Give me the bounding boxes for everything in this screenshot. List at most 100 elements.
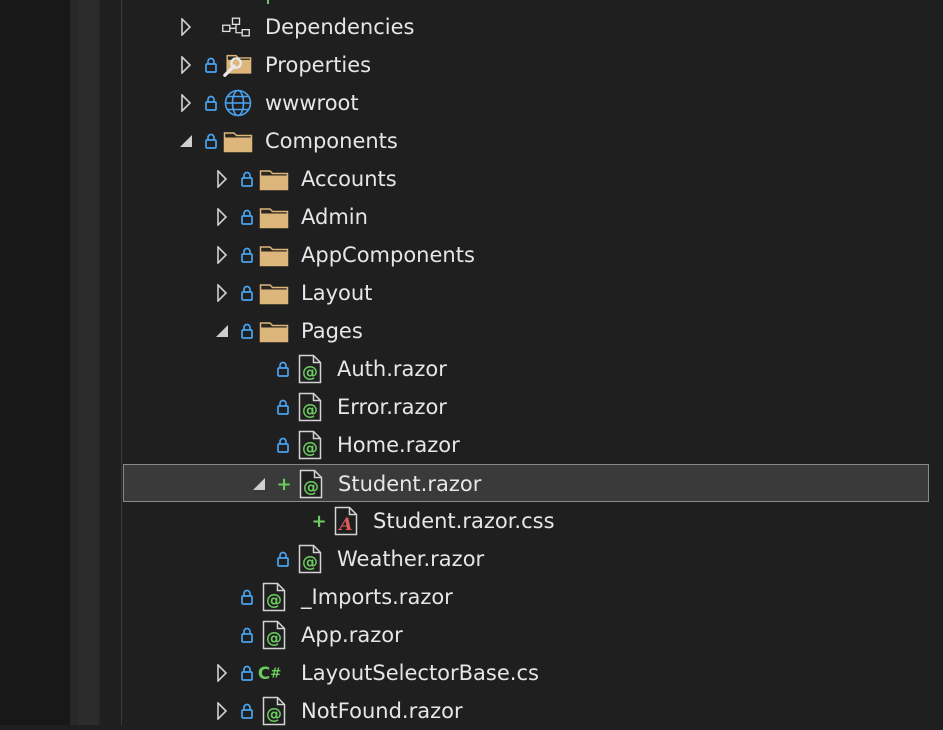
svg-text:@: @ [302, 362, 318, 381]
tree-item-label: Student.razor [338, 472, 482, 496]
tree-row-appcomponents[interactable]: AppComponents [122, 236, 930, 274]
collapsed-arrow-icon[interactable] [178, 84, 194, 122]
tree-row-layout[interactable]: Layout [122, 274, 930, 312]
expanded-arrow-icon[interactable] [178, 122, 194, 160]
tree-row-accounts[interactable]: Accounts [122, 160, 930, 198]
collapsed-arrow-icon[interactable] [214, 654, 230, 692]
lock-icon [276, 426, 290, 464]
svg-text:@: @ [302, 552, 318, 571]
razor-file-icon: @ [259, 578, 289, 616]
svg-text:C: C [258, 663, 270, 683]
razor-file-icon: @ [295, 426, 325, 464]
globe-icon [223, 84, 253, 122]
lock-icon [240, 578, 254, 616]
collapsed-arrow-icon[interactable] [214, 160, 230, 198]
tree-item-label: Accounts [301, 167, 397, 191]
svg-text:#: # [270, 666, 281, 681]
collapsed-arrow-icon[interactable] [214, 198, 230, 236]
svg-text:@: @ [266, 704, 282, 723]
lock-icon [240, 692, 254, 730]
tree-row-student-razor[interactable]: + @ Student.razor [123, 464, 929, 502]
lock-icon [204, 84, 218, 122]
collapsed-arrow-icon[interactable] [214, 236, 230, 274]
lock-icon [204, 122, 218, 160]
folder-icon [259, 160, 289, 198]
folder-icon [259, 236, 289, 274]
tree-row-weather-razor[interactable]: @ Weather.razor [122, 540, 930, 578]
lock-icon [276, 350, 290, 388]
css-file-icon: A [331, 502, 361, 540]
folder-icon [223, 122, 253, 160]
svg-text:@: @ [303, 477, 319, 496]
folder-icon [259, 312, 289, 350]
tree-row-student-razor-css[interactable]: + A Student.razor.css [122, 502, 930, 540]
expanded-arrow-icon[interactable] [251, 465, 267, 503]
lock-icon [240, 274, 254, 312]
lock-icon [240, 654, 254, 692]
tree-item-label: wwwroot [265, 91, 359, 115]
tree-row-app-razor[interactable]: @ App.razor [122, 616, 930, 654]
left-editor-area [0, 0, 70, 725]
tree-item-label: Home.razor [337, 433, 460, 457]
lock-icon [240, 312, 254, 350]
lock-icon [240, 616, 254, 654]
lock-icon [240, 198, 254, 236]
tree-item-label: Components [265, 129, 398, 153]
solution-explorer-tree: Dependencies Properties wwwroot Components A… [122, 0, 943, 726]
razor-file-icon: @ [296, 465, 326, 503]
collapsed-arrow-icon[interactable] [178, 46, 194, 84]
collapsed-arrow-icon[interactable] [214, 692, 230, 730]
collapsed-arrow-icon[interactable] [214, 274, 230, 312]
lock-icon [240, 160, 254, 198]
tree-row-notfound-razor[interactable]: @ NotFound.razor [122, 692, 930, 730]
tree-item-label: NotFound.razor [301, 699, 463, 723]
tree-row-wwwroot[interactable]: wwwroot [122, 84, 930, 122]
tree-item-label: Auth.razor [337, 357, 447, 381]
properties-folder-icon [222, 46, 252, 84]
expanded-arrow-icon[interactable] [214, 312, 230, 350]
tree-item-label: Error.razor [337, 395, 447, 419]
tree-item-label: Layout [301, 281, 373, 305]
svg-text:@: @ [302, 400, 318, 419]
tree-item-label: AppComponents [301, 243, 475, 267]
tree-row-home-razor[interactable]: @ Home.razor [122, 426, 930, 464]
tree-item-label: Pages [301, 319, 363, 343]
tree-item-label: Properties [265, 53, 372, 77]
lock-icon [240, 236, 254, 274]
tree-row-components[interactable]: Components [122, 122, 930, 160]
tree-row-error-razor[interactable]: @ Error.razor [122, 388, 930, 426]
razor-file-icon: @ [295, 388, 325, 426]
svg-text:A: A [337, 515, 352, 535]
tree-item-label: Admin [301, 205, 368, 229]
svg-text:@: @ [266, 628, 282, 647]
razor-file-icon: @ [295, 350, 325, 388]
folder-icon [259, 198, 289, 236]
svg-text:@: @ [266, 590, 282, 609]
tree-row-layoutselectorbase-cs[interactable]: C # LayoutSelectorBase.cs [122, 654, 930, 692]
razor-file-icon: @ [259, 616, 289, 654]
tree-item-label: LayoutSelectorBase.cs [301, 661, 539, 685]
folder-icon [259, 274, 289, 312]
razor-file-icon: @ [259, 692, 289, 730]
tree-row-properties[interactable]: Properties [122, 46, 930, 84]
tree-row-dependencies[interactable]: Dependencies [122, 8, 930, 46]
tree-item-label: Weather.razor [337, 547, 485, 571]
tree-row-imports-razor[interactable]: @ _Imports.razor [122, 578, 930, 616]
tree-item-label: Dependencies [265, 15, 415, 39]
csharp-file-icon: C # [257, 654, 287, 692]
tree-row-admin[interactable]: Admin [122, 198, 930, 236]
lock-icon [204, 46, 218, 84]
tree-row-auth-razor[interactable]: @ Auth.razor [122, 350, 930, 388]
collapsed-arrow-icon[interactable] [178, 8, 194, 46]
tree-item-label: _Imports.razor [301, 585, 453, 609]
razor-file-icon: @ [295, 540, 325, 578]
dependencies-icon [221, 8, 251, 46]
tree-item-label: Student.razor.css [373, 509, 555, 533]
tree-row-pages[interactable]: Pages [122, 312, 930, 350]
lock-icon [276, 540, 290, 578]
vertical-scrollbar-thumb[interactable] [78, 0, 98, 725]
lock-icon [276, 388, 290, 426]
svg-text:@: @ [302, 438, 318, 457]
pending-add-icon: + [311, 510, 327, 532]
pending-add-icon: + [276, 473, 292, 495]
